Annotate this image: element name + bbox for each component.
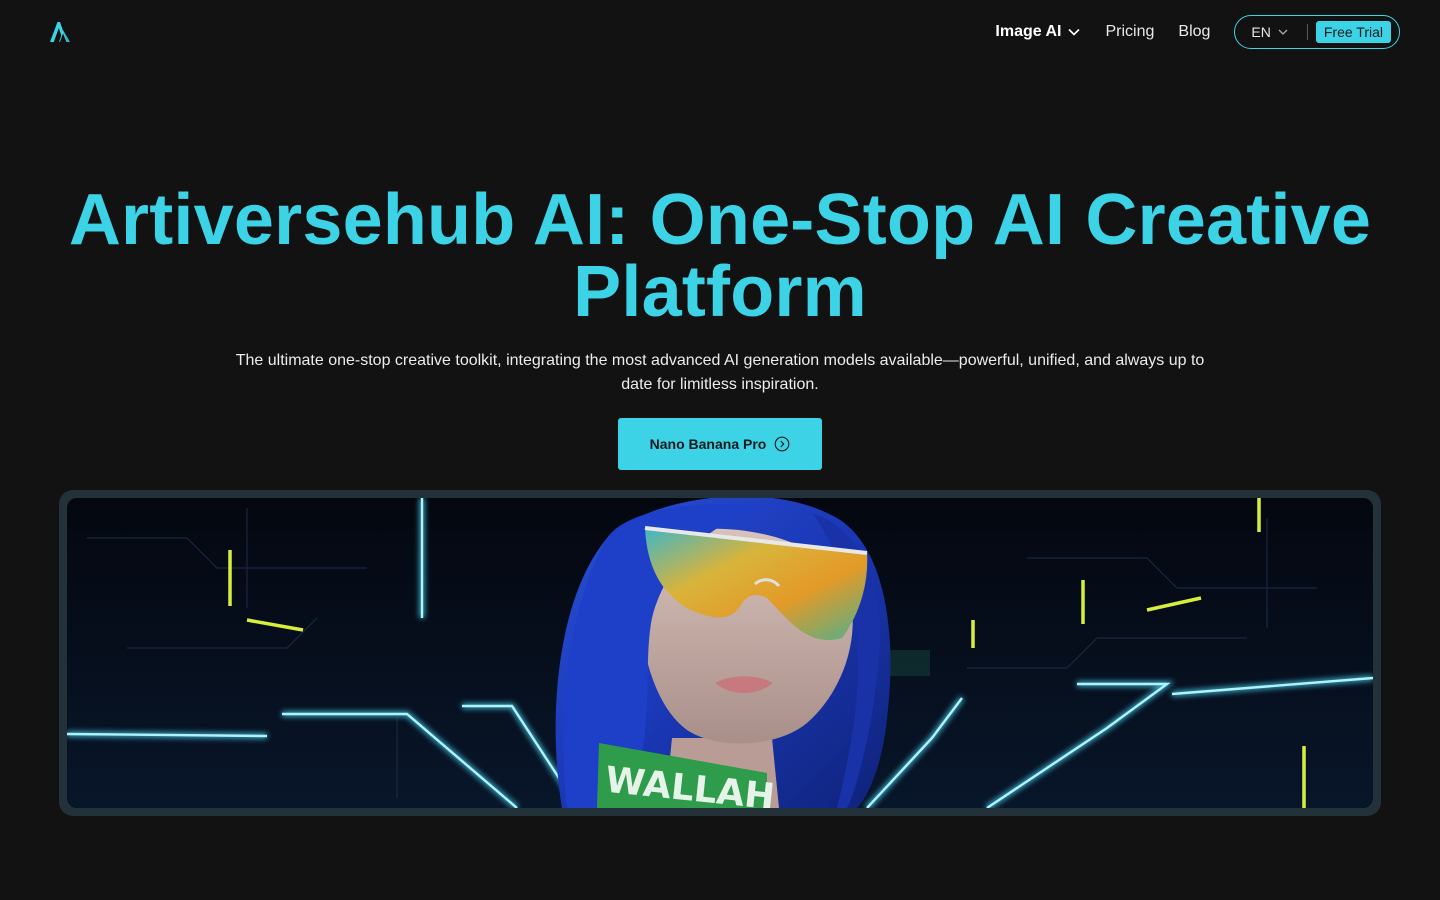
cta-label: Nano Banana Pro — [649, 436, 767, 452]
site-header: Image AI Pricing Blog EN Free Trial — [0, 0, 1440, 64]
free-trial-button[interactable]: Free Trial — [1315, 21, 1391, 43]
artiversehub-logo-icon[interactable] — [48, 20, 72, 44]
chevron-down-icon — [1068, 28, 1081, 36]
nav-image-ai[interactable]: Image AI — [995, 23, 1081, 41]
hero-title: Artiversehub AI: One-Stop AI Creative Pl… — [68, 180, 1372, 332]
hero-banner-frame: WALLAH — [59, 490, 1381, 816]
main-nav: Image AI Pricing Blog EN Free Trial — [995, 15, 1400, 49]
header-actions-pill: EN Free Trial — [1234, 15, 1400, 49]
chevron-right-circle-icon — [774, 436, 790, 452]
nav-blog[interactable]: Blog — [1178, 23, 1210, 41]
hero-subtitle: The ultimate one-stop creative toolkit, … — [235, 352, 1205, 393]
language-selected: EN — [1251, 24, 1271, 40]
nano-banana-pro-button[interactable]: Nano Banana Pro — [618, 418, 822, 470]
nav-image-ai-label: Image AI — [995, 23, 1062, 40]
chevron-down-icon — [1278, 29, 1288, 35]
language-selector[interactable]: EN — [1251, 24, 1288, 40]
nav-pricing[interactable]: Pricing — [1105, 23, 1154, 41]
pill-divider — [1306, 24, 1308, 40]
hero-banner-image: WALLAH — [67, 498, 1373, 808]
